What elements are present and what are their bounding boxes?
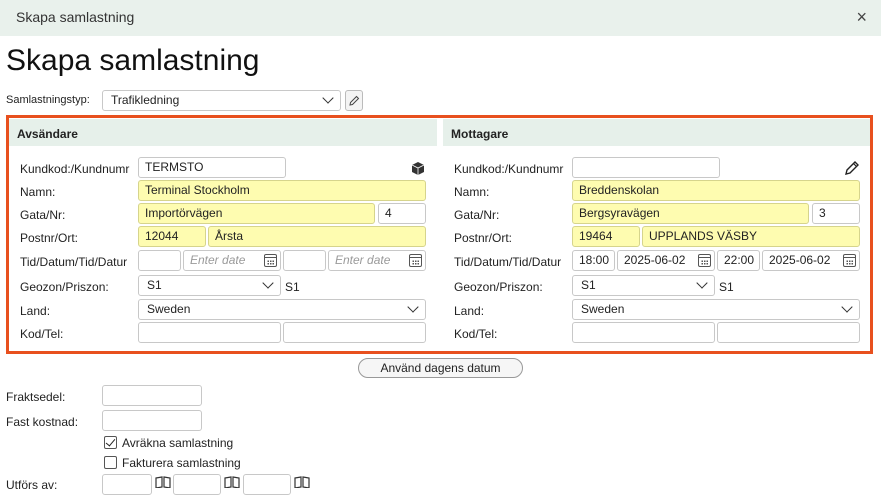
calendar-icon[interactable] (409, 254, 422, 267)
receiver-namn-input[interactable]: Breddenskolan (572, 180, 860, 201)
receiver-geozon-label: Geozon/Priszon: (454, 280, 543, 294)
utfors-av-label: Utförs av: (6, 478, 58, 492)
sender-geozon-label: Geozon/Priszon: (20, 280, 109, 294)
utfors-av-input-2[interactable] (173, 474, 221, 495)
sender-datum1-input[interactable]: Enter date (183, 250, 281, 271)
sender-kod-input[interactable] (138, 322, 281, 343)
calendar-icon[interactable] (843, 254, 856, 267)
receiver-tid2-input[interactable]: 22:00 (717, 250, 760, 271)
sender-tid2-input[interactable] (283, 250, 326, 271)
sender-datum1-placeholder: Enter date (190, 253, 246, 267)
sender-gata-input[interactable]: Importörvägen (138, 203, 375, 224)
receiver-geozon-select[interactable]: S1 (572, 275, 715, 296)
sender-kundkod-label: Kundkod:/Kundnumr (20, 162, 130, 176)
receiver-tid1-input[interactable]: 18:00 (572, 250, 615, 271)
sender-gata-label: Gata/Nr: (20, 208, 66, 222)
receiver-gata-label: Gata/Nr: (454, 208, 500, 222)
sender-kundkod-input[interactable]: TERMSTO (138, 157, 286, 178)
receiver-kodtel-label: Kod/Tel: (454, 327, 498, 341)
book-icon[interactable] (224, 476, 240, 488)
fraktsedel-label: Fraktsedel: (6, 390, 66, 404)
calendar-icon[interactable] (698, 254, 711, 267)
receiver-datum2-value: 2025-06-02 (769, 253, 831, 267)
receiver-kundkod-input[interactable] (572, 157, 720, 178)
sender-kodtel-label: Kod/Tel: (20, 327, 64, 341)
sender-ort-input[interactable]: Årsta (208, 226, 426, 247)
sender-tel-input[interactable] (283, 322, 426, 343)
sender-namn-label: Namn: (20, 185, 56, 199)
pencil-icon[interactable] (843, 159, 861, 177)
sender-namn-input[interactable]: Terminal Stockholm (138, 180, 426, 201)
receiver-nr-input[interactable]: 3 (812, 203, 860, 224)
receiver-tid-label: Tid/Datum/Tid/Datur (454, 255, 562, 269)
receiver-land-select[interactable]: Sweden (572, 299, 860, 320)
sender-postnr-input[interactable]: 12044 (138, 226, 206, 247)
samlastningstyp-label: Samlastningstyp: (6, 94, 90, 106)
receiver-kundkod-label: Kundkod:/Kundnumr (454, 162, 564, 176)
calendar-icon[interactable] (264, 254, 277, 267)
book-icon[interactable] (294, 476, 310, 488)
receiver-datum2-input[interactable]: 2025-06-02 (762, 250, 860, 271)
sender-datum2-input[interactable]: Enter date (328, 250, 426, 271)
chevron-down-icon (841, 301, 853, 313)
chevron-down-icon (322, 92, 334, 104)
window-title: Skapa samlastning (16, 9, 135, 25)
pencil-icon (349, 95, 360, 106)
edit-type-button[interactable] (345, 90, 363, 111)
fraktsedel-input[interactable] (102, 385, 202, 406)
receiver-geozon-value: S1 (581, 278, 596, 292)
sender-priszon: S1 (285, 280, 300, 294)
samlastningstyp-value: Trafikledning (111, 93, 180, 107)
receiver-priszon: S1 (719, 280, 734, 294)
avrakna-checkbox[interactable] (104, 436, 117, 449)
chevron-down-icon (696, 277, 708, 289)
cube-stack-icon[interactable] (410, 160, 428, 176)
chevron-down-icon (407, 301, 419, 313)
receiver-postnr-label: Postnr/Ort: (454, 231, 513, 245)
fast-kostnad-input[interactable] (102, 410, 202, 431)
utfors-av-input-1[interactable] (102, 474, 152, 495)
receiver-land-label: Land: (454, 304, 485, 318)
close-icon[interactable]: × (856, 7, 867, 28)
page-title: Skapa samlastning (6, 44, 260, 77)
sender-datum2-placeholder: Enter date (335, 253, 391, 267)
fast-kostnad-label: Fast kostnad: (6, 415, 79, 429)
samlastningstyp-select[interactable]: Trafikledning (102, 90, 341, 111)
receiver-tel-input[interactable] (717, 322, 860, 343)
fakturera-label: Fakturera samlastning (122, 456, 241, 470)
receiver-ort-input[interactable]: UPPLANDS VÄSBY (642, 226, 860, 247)
receiver-land-value: Sweden (581, 302, 625, 316)
utfors-av-input-3[interactable] (243, 474, 291, 495)
receiver-kod-input[interactable] (572, 322, 715, 343)
sender-land-label: Land: (20, 304, 51, 318)
sender-postnr-label: Postnr/Ort: (20, 231, 79, 245)
sender-geozon-select[interactable]: S1 (138, 275, 281, 296)
sender-land-value: Sweden (147, 302, 191, 316)
book-icon[interactable] (155, 476, 171, 488)
sender-land-select[interactable]: Sweden (138, 299, 426, 320)
receiver-postnr-input[interactable]: 19464 (572, 226, 640, 247)
sender-nr-input[interactable]: 4 (378, 203, 426, 224)
receiver-header: Mottagare (443, 119, 870, 146)
receiver-gata-input[interactable]: Bergsyravägen (572, 203, 809, 224)
fakturera-checkbox[interactable] (104, 456, 117, 469)
receiver-datum1-value: 2025-06-02 (624, 253, 686, 267)
sender-geozon-value: S1 (147, 278, 162, 292)
receiver-namn-label: Namn: (454, 185, 490, 199)
title-bar: Skapa samlastning × (0, 0, 881, 36)
avrakna-label: Avräkna samlastning (122, 436, 234, 450)
sender-tid1-input[interactable] (138, 250, 181, 271)
sender-header: Avsändare (9, 119, 437, 146)
use-today-date-button[interactable]: Använd dagens datum (358, 358, 523, 378)
receiver-datum1-input[interactable]: 2025-06-02 (617, 250, 715, 271)
sender-tid-label: Tid/Datum/Tid/Datur (20, 255, 128, 269)
chevron-down-icon (262, 277, 274, 289)
